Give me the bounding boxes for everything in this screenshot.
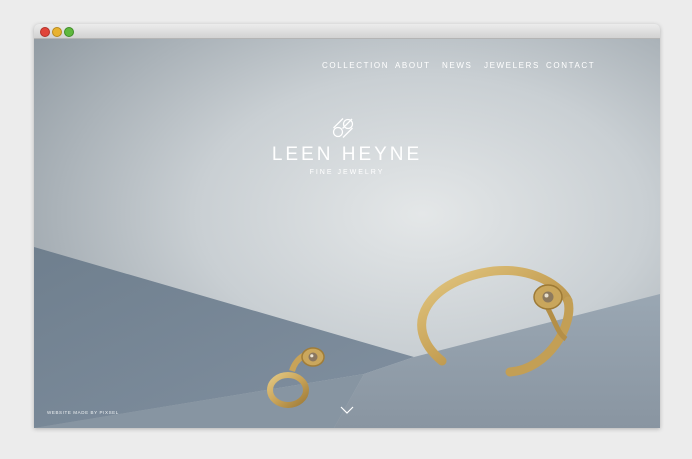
infinity-knot-icon[interactable] (330, 115, 356, 141)
brand-tagline: FINE JEWELRY (309, 169, 385, 176)
nav-item-contact[interactable]: CONTACT (546, 61, 595, 70)
hero-section: COLLECTION ABOUT NEWS JEWELERS CONTACT L… (34, 39, 660, 428)
nav-item-news[interactable]: NEWS (442, 61, 472, 70)
close-window-button[interactable] (40, 27, 50, 37)
nav-item-jewelers[interactable]: JEWELERS (484, 61, 540, 70)
zoom-window-button[interactable] (64, 27, 74, 37)
brand-name: LEEN HEYNE (271, 144, 423, 165)
nav-item-collection[interactable]: COLLECTION (322, 61, 389, 70)
minimize-window-button[interactable] (52, 27, 62, 37)
chevron-down-icon[interactable] (340, 405, 354, 415)
browser-window: COLLECTION ABOUT NEWS JEWELERS CONTACT L… (34, 24, 660, 428)
hero-photo (34, 39, 660, 428)
website-credit[interactable]: WEBSITE MADE BY PIXSEL (47, 410, 119, 415)
nav-item-about[interactable]: ABOUT (395, 61, 431, 70)
main-nav: COLLECTION ABOUT NEWS JEWELERS CONTACT (34, 61, 660, 75)
title-bar (34, 24, 660, 39)
